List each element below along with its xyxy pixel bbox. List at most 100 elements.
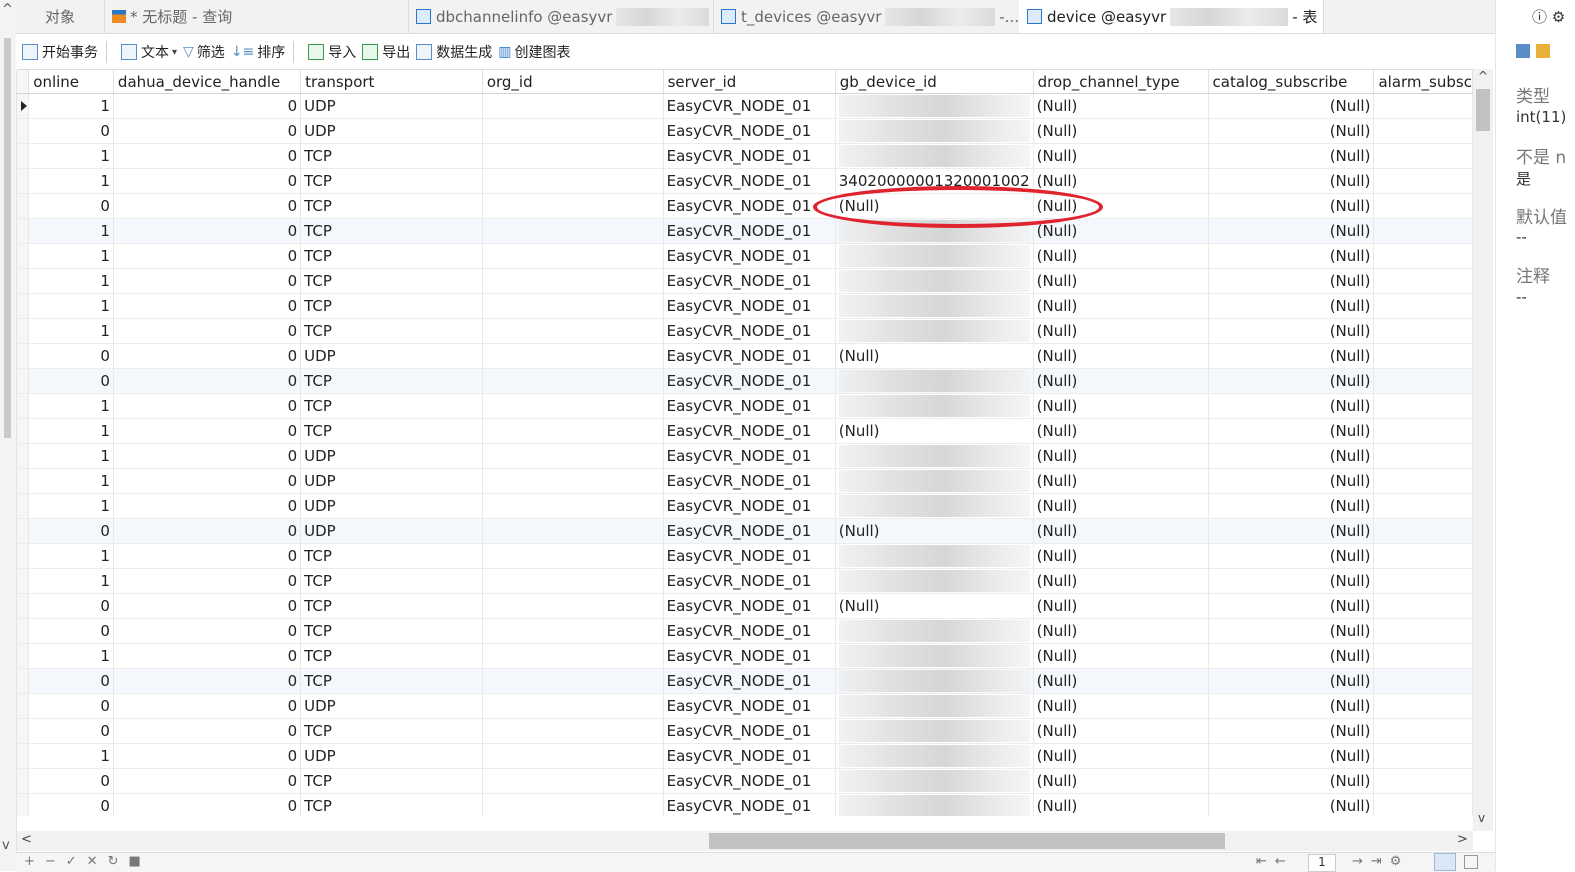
cell-org-id[interactable] bbox=[482, 143, 664, 169]
table-row[interactable]: 1 0 TCP EasyCVR_NODE_01 (Null) (Null) (Null) bbox=[17, 418, 1473, 444]
cell-alarm-subscribe[interactable] bbox=[1373, 268, 1473, 294]
cell-drop-channel-type[interactable]: (Null) bbox=[1033, 493, 1209, 519]
cell-server-id[interactable]: EasyCVR_NODE_01 bbox=[663, 318, 836, 344]
scroll-up-icon[interactable]: ^ bbox=[1478, 69, 1488, 83]
cell-transport[interactable]: TCP bbox=[300, 193, 483, 219]
cell-drop-channel-type[interactable]: (Null) bbox=[1033, 543, 1209, 569]
cell-online[interactable]: 1 bbox=[28, 318, 114, 344]
cell-catalog-subscribe[interactable]: (Null) bbox=[1208, 643, 1375, 669]
cell-org-id[interactable] bbox=[482, 668, 664, 694]
record-controls[interactable]: +−✓✕↻■ bbox=[24, 854, 151, 869]
table-row[interactable]: 0 0 TCP EasyCVR_NODE_01 (Null) (Null) bbox=[17, 718, 1473, 744]
vertical-scroll-thumb[interactable] bbox=[1476, 89, 1490, 131]
cell-org-id[interactable] bbox=[482, 618, 664, 644]
cell-dahua-device-handle[interactable]: 0 bbox=[113, 618, 302, 644]
cell-org-id[interactable] bbox=[482, 593, 664, 619]
cell-transport[interactable]: TCP bbox=[300, 318, 483, 344]
cell-org-id[interactable] bbox=[482, 418, 664, 444]
cell-online[interactable]: 1 bbox=[28, 393, 114, 419]
cell-alarm-subscribe[interactable] bbox=[1373, 768, 1473, 794]
cell-drop-channel-type[interactable]: (Null) bbox=[1033, 743, 1209, 769]
cell-transport[interactable]: TCP bbox=[300, 718, 483, 744]
row-header[interactable] bbox=[17, 393, 30, 419]
cell-drop-channel-type[interactable]: (Null) bbox=[1033, 293, 1209, 319]
cell-drop-channel-type[interactable]: (Null) bbox=[1033, 568, 1209, 594]
table-row[interactable]: 1 0 TCP EasyCVR_NODE_01 (Null) (Null) bbox=[17, 318, 1473, 344]
table-row[interactable]: 0 0 TCP EasyCVR_NODE_01 (Null) (Null) (Null) bbox=[17, 593, 1473, 619]
cell-drop-channel-type[interactable]: (Null) bbox=[1033, 468, 1209, 494]
cell-drop-channel-type[interactable]: (Null) bbox=[1033, 768, 1209, 794]
cell-gb-device-id[interactable] bbox=[835, 743, 1034, 769]
cell-online[interactable]: 1 bbox=[28, 643, 114, 669]
cell-transport[interactable]: TCP bbox=[300, 543, 483, 569]
table-row[interactable]: 1 0 UDP EasyCVR_NODE_01 (Null) (Null) bbox=[17, 743, 1473, 769]
cell-dahua-device-handle[interactable]: 0 bbox=[113, 668, 302, 694]
table-row[interactable]: 1 0 TCP EasyCVR_NODE_01 34020000001320001002… bbox=[17, 168, 1473, 194]
column-header-dahua-device-handle[interactable]: dahua_device_handle bbox=[113, 70, 302, 94]
row-header[interactable] bbox=[17, 518, 30, 544]
cell-gb-device-id[interactable] bbox=[835, 568, 1034, 594]
cell-server-id[interactable]: EasyCVR_NODE_01 bbox=[663, 693, 836, 719]
cell-transport[interactable]: UDP bbox=[300, 693, 483, 719]
cell-catalog-subscribe[interactable]: (Null) bbox=[1208, 168, 1375, 194]
data-generation-button[interactable]: 数据生成 bbox=[416, 42, 492, 62]
table-row[interactable]: 0 0 UDP EasyCVR_NODE_01 (Null) (Null) bbox=[17, 118, 1473, 144]
cell-transport[interactable]: TCP bbox=[300, 243, 483, 269]
cell-alarm-subscribe[interactable] bbox=[1373, 618, 1473, 644]
cell-alarm-subscribe[interactable] bbox=[1373, 193, 1473, 219]
cell-online[interactable]: 1 bbox=[28, 543, 114, 569]
cell-drop-channel-type[interactable]: (Null) bbox=[1033, 593, 1209, 619]
cell-server-id[interactable]: EasyCVR_NODE_01 bbox=[663, 343, 836, 369]
table-row[interactable]: 0 0 UDP EasyCVR_NODE_01 (Null) (Null) (Null) bbox=[17, 343, 1473, 369]
row-header[interactable] bbox=[17, 693, 30, 719]
table-row[interactable]: 1 0 TCP EasyCVR_NODE_01 (Null) (Null) bbox=[17, 218, 1473, 244]
cell-dahua-device-handle[interactable]: 0 bbox=[113, 568, 302, 594]
cell-alarm-subscribe[interactable] bbox=[1373, 518, 1473, 544]
cell-transport[interactable]: TCP bbox=[300, 293, 483, 319]
cell-online[interactable]: 1 bbox=[28, 218, 114, 244]
cell-server-id[interactable]: EasyCVR_NODE_01 bbox=[663, 143, 836, 169]
table-row[interactable]: 1 0 TCP EasyCVR_NODE_01 (Null) (Null) bbox=[17, 293, 1473, 319]
cell-gb-device-id[interactable]: (Null) bbox=[835, 418, 1034, 444]
key-icon[interactable] bbox=[1536, 44, 1550, 58]
cell-alarm-subscribe[interactable] bbox=[1373, 343, 1473, 369]
cell-drop-channel-type[interactable]: (Null) bbox=[1033, 218, 1209, 244]
cell-transport[interactable]: TCP bbox=[300, 168, 483, 194]
table-row[interactable]: 1 0 TCP EasyCVR_NODE_01 (Null) (Null) bbox=[17, 243, 1473, 269]
row-header[interactable] bbox=[17, 443, 30, 469]
cell-transport[interactable]: TCP bbox=[300, 593, 483, 619]
cell-dahua-device-handle[interactable]: 0 bbox=[113, 543, 302, 569]
cell-org-id[interactable] bbox=[482, 443, 664, 469]
cell-gb-device-id[interactable] bbox=[835, 693, 1034, 719]
cell-alarm-subscribe[interactable] bbox=[1373, 443, 1473, 469]
cell-catalog-subscribe[interactable]: (Null) bbox=[1208, 218, 1375, 244]
column-header-server-id[interactable]: server_id bbox=[663, 70, 836, 94]
cell-dahua-device-handle[interactable]: 0 bbox=[113, 718, 302, 744]
row-header[interactable] bbox=[17, 568, 30, 594]
cell-catalog-subscribe[interactable]: (Null) bbox=[1208, 768, 1375, 794]
cell-dahua-device-handle[interactable]: 0 bbox=[113, 418, 302, 444]
column-header-org-id[interactable]: org_id bbox=[482, 70, 664, 94]
horizontal-scrollbar[interactable]: < > bbox=[17, 831, 1473, 851]
cell-gb-device-id[interactable] bbox=[835, 218, 1034, 244]
cell-online[interactable]: 0 bbox=[28, 368, 114, 394]
table-row[interactable]: 0 0 TCP EasyCVR_NODE_01 (Null) (Null) (Null) bbox=[17, 193, 1473, 219]
vertical-scrollbar[interactable]: ^ v bbox=[1473, 69, 1493, 831]
table-row[interactable]: 1 0 TCP EasyCVR_NODE_01 (Null) (Null) bbox=[17, 268, 1473, 294]
cell-gb-device-id[interactable] bbox=[835, 768, 1034, 794]
cell-alarm-subscribe[interactable] bbox=[1373, 493, 1473, 519]
cell-dahua-device-handle[interactable]: 0 bbox=[113, 518, 302, 544]
scroll-right-icon[interactable]: > bbox=[1457, 832, 1468, 847]
row-header[interactable] bbox=[17, 293, 30, 319]
tab-t-devices[interactable]: t_devices @easyvr -... bbox=[713, 0, 1020, 33]
cell-catalog-subscribe[interactable]: (Null) bbox=[1208, 293, 1375, 319]
cell-org-id[interactable] bbox=[482, 193, 664, 219]
cell-transport[interactable]: TCP bbox=[300, 793, 483, 816]
cell-server-id[interactable]: EasyCVR_NODE_01 bbox=[663, 618, 836, 644]
table-row[interactable]: 1 0 TCP EasyCVR_NODE_01 (Null) (Null) bbox=[17, 543, 1473, 569]
cell-online[interactable]: 1 bbox=[28, 443, 114, 469]
info-icon[interactable]: ⓘ ⚙ bbox=[1532, 6, 1565, 27]
cell-gb-device-id[interactable] bbox=[835, 118, 1034, 144]
cell-online[interactable]: 0 bbox=[28, 343, 114, 369]
cell-alarm-subscribe[interactable] bbox=[1373, 693, 1473, 719]
